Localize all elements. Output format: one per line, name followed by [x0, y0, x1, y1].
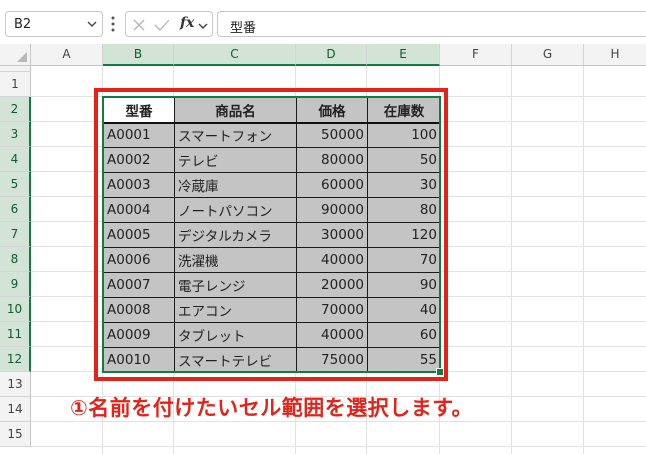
chevron-down-icon[interactable] [198, 21, 208, 31]
row-header-10[interactable]: 10 [0, 297, 31, 322]
cell-price[interactable]: 20000 [296, 272, 368, 298]
table-row: A0002 テレビ 80000 50 [103, 147, 441, 173]
cell-price[interactable]: 90000 [296, 197, 368, 223]
cell-stock[interactable]: 90 [367, 272, 441, 298]
row-header-2[interactable]: 2 [0, 97, 31, 122]
chevron-down-icon[interactable] [87, 19, 97, 29]
cell-model[interactable]: A0007 [103, 272, 175, 298]
cell-stock[interactable]: 60 [367, 322, 441, 348]
formula-actions: fx [125, 11, 213, 37]
cell-price[interactable]: 60000 [296, 172, 368, 198]
row-header-1[interactable]: 1 [0, 72, 31, 97]
cell-product[interactable]: ノートパソコン [174, 197, 297, 223]
cell-stock[interactable]: 80 [367, 197, 441, 223]
cell-product[interactable]: タブレット [174, 322, 297, 348]
header-cell-stock[interactable]: 在庫数 [367, 97, 441, 124]
column-header-c[interactable]: C [174, 44, 296, 66]
formula-bar: B2 fx 型番 [0, 0, 646, 44]
row-header-spacer [0, 66, 31, 72]
row-header-11[interactable]: 11 [0, 322, 31, 347]
cell-product[interactable]: 洗濯機 [174, 247, 297, 273]
row-header-9[interactable]: 9 [0, 272, 31, 297]
cell-model[interactable]: A0005 [103, 222, 175, 248]
cell-model[interactable]: A0010 [103, 347, 175, 373]
table-row: A0005 デジタルカメラ 30000 120 [103, 222, 441, 248]
cell-model[interactable]: A0003 [103, 172, 175, 198]
cell-product[interactable]: スマートフォン [174, 122, 297, 148]
table-row: A0009 タブレット 40000 60 [103, 322, 441, 348]
header-cell-product[interactable]: 商品名 [174, 97, 297, 124]
cell-product[interactable]: 冷蔵庫 [174, 172, 297, 198]
header-cell-model[interactable]: 型番 [103, 97, 175, 124]
name-box-value: B2 [14, 17, 32, 32]
column-headers: A B C D E F G H [31, 44, 646, 66]
cell-stock[interactable]: 55 [367, 347, 441, 373]
cell-stock[interactable]: 120 [367, 222, 441, 248]
cell-model[interactable]: A0004 [103, 197, 175, 223]
cell-model[interactable]: A0002 [103, 147, 175, 173]
insert-function-icon[interactable]: fx [180, 15, 194, 31]
cell-product[interactable]: スマートテレビ [174, 347, 297, 373]
cell-product[interactable]: テレビ [174, 147, 297, 173]
product-table: 型番 商品名 価格 在庫数 A0001 スマートフォン 50000 100 A0002… [103, 97, 441, 373]
table-header-row: 型番 商品名 価格 在庫数 [103, 97, 441, 124]
name-box[interactable]: B2 [5, 11, 103, 37]
row-header-7[interactable]: 7 [0, 222, 31, 247]
cell-price[interactable]: 80000 [296, 147, 368, 173]
cell-stock[interactable]: 100 [367, 122, 441, 148]
column-header-g[interactable]: G [512, 44, 584, 65]
header-cell-price[interactable]: 価格 [296, 97, 368, 124]
grid-line [31, 446, 646, 447]
row-header-4[interactable]: 4 [0, 147, 31, 172]
enter-check-icon[interactable] [154, 18, 170, 32]
more-options-icon[interactable] [110, 15, 116, 33]
table-row: A0008 エアコン 70000 40 [103, 297, 441, 323]
formula-text: 型番 [230, 21, 257, 36]
cell-price[interactable]: 40000 [296, 247, 368, 273]
cell-stock[interactable]: 30 [367, 172, 441, 198]
cell-price[interactable]: 50000 [296, 122, 368, 148]
table-row: A0007 電子レンジ 20000 90 [103, 272, 441, 298]
select-all-corner[interactable] [0, 44, 31, 66]
cell-model[interactable]: A0009 [103, 322, 175, 348]
cell-stock[interactable]: 40 [367, 297, 441, 323]
cell-price[interactable]: 40000 [296, 322, 368, 348]
formula-input[interactable]: 型番 [217, 11, 646, 37]
cell-product[interactable]: デジタルカメラ [174, 222, 297, 248]
row-header-13[interactable]: 13 [0, 372, 31, 397]
row-header-5[interactable]: 5 [0, 172, 31, 197]
table-row: A0003 冷蔵庫 60000 30 [103, 172, 441, 198]
table-row: A0006 洗濯機 40000 70 [103, 247, 441, 273]
table-row: A0001 スマートフォン 50000 100 [103, 122, 441, 148]
column-header-a[interactable]: A [31, 44, 103, 65]
fill-handle[interactable] [436, 368, 444, 376]
cell-stock[interactable]: 50 [367, 147, 441, 173]
column-header-f[interactable]: F [440, 44, 512, 65]
column-header-d[interactable]: D [296, 44, 367, 66]
row-header-12[interactable]: 12 [0, 347, 31, 372]
row-header-6[interactable]: 6 [0, 197, 31, 222]
column-header-h[interactable]: H [584, 44, 646, 65]
cell-model[interactable]: A0006 [103, 247, 175, 273]
row-header-14[interactable]: 14 [0, 397, 31, 422]
select-all-triangle-icon [17, 52, 27, 62]
table-row: A0010 スマートテレビ 75000 55 [103, 347, 441, 373]
cell-model[interactable]: A0001 [103, 122, 175, 148]
cell-stock[interactable]: 70 [367, 247, 441, 273]
cell-product[interactable]: 電子レンジ [174, 272, 297, 298]
cell-product[interactable]: エアコン [174, 297, 297, 323]
cell-model[interactable]: A0008 [103, 297, 175, 323]
column-header-e[interactable]: E [367, 44, 440, 66]
table-row: A0004 ノートパソコン 90000 80 [103, 197, 441, 223]
row-header-8[interactable]: 8 [0, 247, 31, 272]
row-header-15[interactable]: 15 [0, 422, 31, 447]
cell-price[interactable]: 75000 [296, 347, 368, 373]
column-header-b[interactable]: B [103, 44, 174, 66]
cell-price[interactable]: 70000 [296, 297, 368, 323]
cancel-icon[interactable] [132, 18, 146, 32]
instruction-caption: ①名前を付けたいセル範囲を選択します。 [70, 396, 474, 420]
row-header-3[interactable]: 3 [0, 122, 31, 147]
cell-price[interactable]: 30000 [296, 222, 368, 248]
